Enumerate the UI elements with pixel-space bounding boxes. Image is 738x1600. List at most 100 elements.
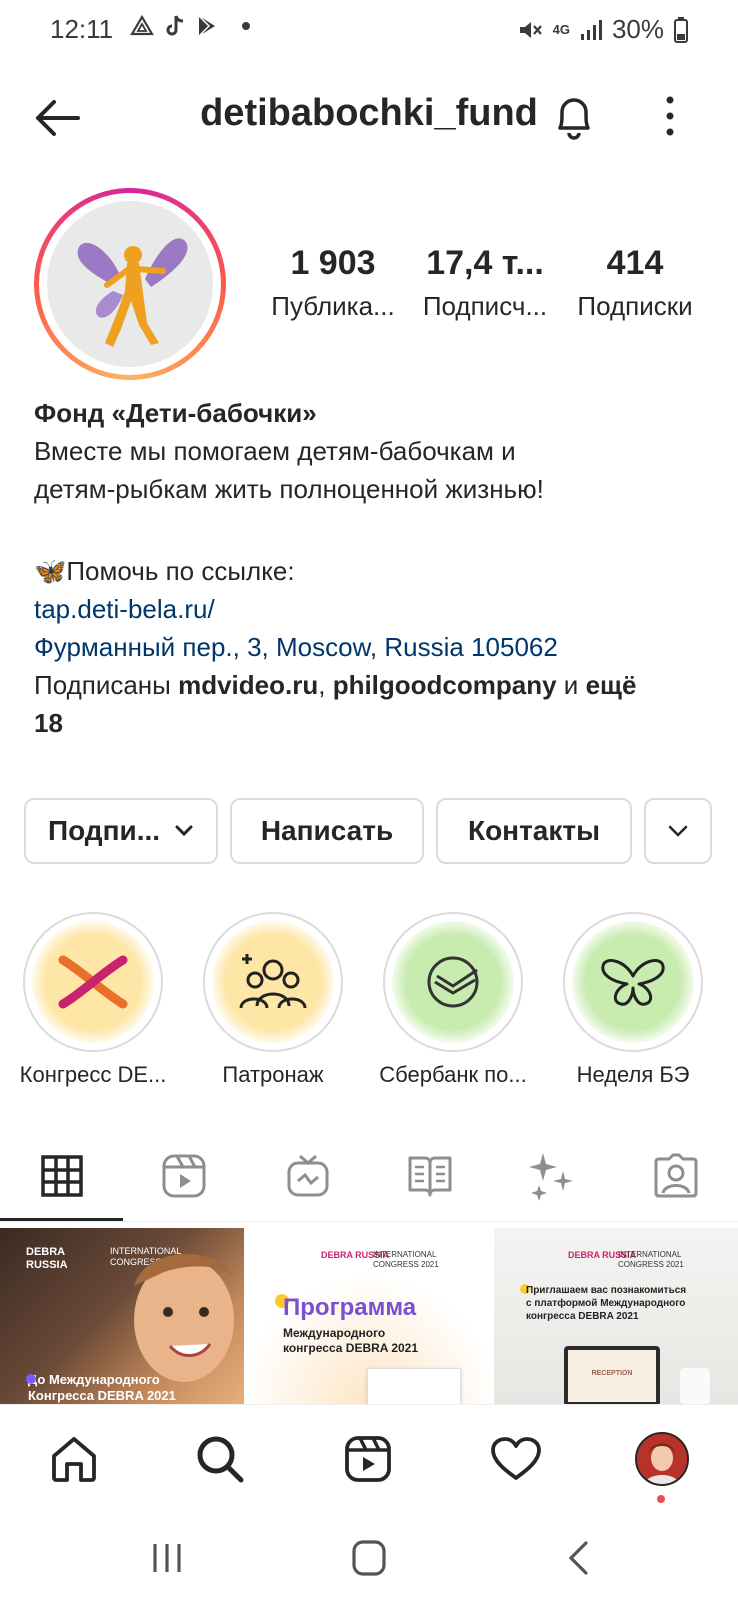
chevron-left-icon bbox=[568, 1541, 588, 1575]
status-right: 4G 30% bbox=[517, 14, 688, 45]
profile-bio: Фонд «Дети-бабочки» Вместе мы помогаем д… bbox=[34, 394, 714, 742]
bio-line-1: Вместе мы помогаем детям-бабочкам и bbox=[34, 436, 516, 466]
sberbank-icon bbox=[427, 956, 479, 1008]
highlight-label: Неделя БЭ bbox=[576, 1062, 690, 1087]
stat-posts[interactable]: 1 903 Публика... bbox=[258, 244, 408, 322]
highlight-label: Конгресс DE... bbox=[19, 1062, 167, 1087]
highlight-patronage[interactable]: Патронаж bbox=[198, 912, 348, 1088]
followed-by-prefix: Подписаны bbox=[34, 670, 179, 700]
nav-activity[interactable] bbox=[488, 1431, 544, 1487]
battery-percent: 30% bbox=[611, 14, 664, 44]
tab-reels[interactable] bbox=[154, 1146, 214, 1206]
tab-divider bbox=[0, 1221, 738, 1222]
post-subtitle: Международного bbox=[283, 1326, 386, 1340]
butterfly-girl-logo-icon bbox=[47, 201, 213, 367]
search-icon bbox=[197, 1436, 244, 1483]
bottom-navigation bbox=[0, 1404, 738, 1515]
post-thumbnail[interactable]: DEBRA RUSSIA INTERNATIONAL CONGRESS 2021… bbox=[247, 1228, 491, 1404]
bell-icon bbox=[558, 98, 590, 140]
stat-following-label: Подписки bbox=[577, 291, 693, 321]
chevron-down-icon bbox=[668, 825, 688, 837]
post-subtitle-2: конгресса DEBRA 2021 bbox=[283, 1341, 419, 1355]
highlight-congress[interactable]: Конгресс DE... bbox=[18, 912, 168, 1088]
notifications-button[interactable] bbox=[550, 92, 598, 142]
tab-effects[interactable] bbox=[522, 1146, 582, 1206]
bio-website-link[interactable]: tap.deti-bela.ru/ bbox=[34, 590, 714, 628]
highlight-sberbank[interactable]: Сбербанк по... bbox=[378, 912, 528, 1088]
stat-following[interactable]: 414 Подписки bbox=[560, 244, 710, 322]
nav-home[interactable] bbox=[46, 1431, 102, 1487]
nav-reels[interactable] bbox=[340, 1431, 396, 1487]
play-store-icon bbox=[198, 15, 215, 37]
followed-more-count: 18 bbox=[34, 708, 63, 738]
followed-comma: , bbox=[318, 670, 333, 700]
drive-icon bbox=[130, 14, 154, 36]
stat-followers[interactable]: 17,4 т... Подписч... bbox=[410, 244, 560, 322]
mute-icon bbox=[519, 21, 542, 38]
user-photo-icon bbox=[637, 1434, 687, 1484]
chevron-down-icon bbox=[175, 825, 193, 837]
bio-help-line: 🦋Помочь по ссылке: bbox=[34, 556, 295, 586]
post-title: Программа bbox=[283, 1294, 417, 1321]
following-dropdown-button[interactable]: Подпи... bbox=[24, 798, 218, 864]
sparkles-icon bbox=[529, 1153, 573, 1201]
suggestions-button[interactable] bbox=[644, 798, 712, 864]
tab-igtv[interactable] bbox=[278, 1146, 338, 1206]
followed-and: и bbox=[556, 670, 586, 700]
tab-grid[interactable] bbox=[32, 1146, 92, 1206]
post-logo: DEBRA RUSSIA bbox=[26, 1246, 68, 1271]
tab-tagged[interactable] bbox=[646, 1146, 706, 1206]
nav-search[interactable] bbox=[192, 1431, 248, 1487]
doctors-icon bbox=[239, 954, 307, 1009]
reels-icon bbox=[345, 1436, 391, 1482]
message-button[interactable]: Написать bbox=[230, 798, 424, 864]
nav-profile[interactable] bbox=[634, 1431, 690, 1487]
bio-address-link[interactable]: Фурманный пер., 3, Moscow, Russia 105062 bbox=[34, 628, 714, 666]
dot-icon bbox=[242, 22, 250, 30]
post-badge-dot bbox=[26, 1374, 36, 1384]
followed-user-2: philgoodcompany bbox=[332, 670, 557, 700]
tagged-person-icon bbox=[654, 1153, 698, 1198]
recents-icon bbox=[153, 1544, 181, 1572]
recent-apps-button[interactable] bbox=[150, 1542, 184, 1574]
post-thumbnail[interactable]: DEBRA RUSSIA INTERNATIONAL CONGRESS 2021… bbox=[494, 1228, 738, 1404]
profile-avatar-small bbox=[635, 1432, 689, 1486]
bio-line-2: детям-рыбкам жить полноценной жизнью! bbox=[34, 474, 544, 504]
guide-book-icon bbox=[408, 1156, 452, 1197]
more-options-button[interactable] bbox=[660, 94, 680, 138]
post-caption-2: Конгресса DEBRA 2021 bbox=[28, 1388, 176, 1403]
post-caption-3: конгресса DEBRA 2021 bbox=[526, 1311, 639, 1322]
reels-icon bbox=[162, 1154, 206, 1198]
status-bar: 12:11 4G 30% bbox=[0, 0, 738, 56]
back-system-button[interactable] bbox=[566, 1540, 590, 1576]
home-square-icon bbox=[352, 1540, 386, 1576]
post-thumbnail[interactable]: DEBRA RUSSIA INTERNATIONAL CONGRESS 2021… bbox=[0, 1228, 244, 1404]
following-button-label: Подпи... bbox=[47, 815, 161, 846]
contacts-button-label: Контакты bbox=[467, 815, 601, 846]
post-screen-preview bbox=[367, 1368, 461, 1404]
stat-posts-value: 1 903 bbox=[290, 244, 376, 282]
stat-posts-label: Публика... bbox=[271, 291, 395, 321]
notification-dot bbox=[657, 1495, 665, 1503]
contacts-button[interactable]: Контакты bbox=[436, 798, 632, 864]
home-system-button[interactable] bbox=[352, 1540, 386, 1576]
more-vertical-icon bbox=[666, 96, 674, 136]
profile-tabs bbox=[0, 1146, 738, 1226]
network-label: 4G bbox=[552, 21, 570, 37]
highlight-eb-week[interactable]: Неделя БЭ bbox=[558, 912, 708, 1088]
followed-by[interactable]: Подписаны mdvideo.ru, philgoodcompany и … bbox=[34, 666, 714, 704]
post-cup-image bbox=[680, 1368, 710, 1404]
followed-more: ещё bbox=[585, 670, 637, 700]
message-button-label: Написать bbox=[260, 815, 394, 846]
status-notification-icons bbox=[130, 14, 250, 38]
profile-avatar[interactable] bbox=[34, 188, 226, 380]
post-laptop-image: RECEPTION bbox=[564, 1346, 660, 1404]
highlight-label: Сбербанк по... bbox=[379, 1062, 527, 1087]
tab-guides[interactable] bbox=[400, 1146, 460, 1206]
stat-following-value: 414 bbox=[606, 244, 664, 282]
followed-user-1: mdvideo.ru bbox=[178, 670, 319, 700]
home-icon bbox=[52, 1437, 96, 1482]
battery-icon bbox=[674, 16, 688, 43]
butterfly-icon bbox=[601, 959, 665, 1006]
heart-icon bbox=[491, 1437, 541, 1480]
